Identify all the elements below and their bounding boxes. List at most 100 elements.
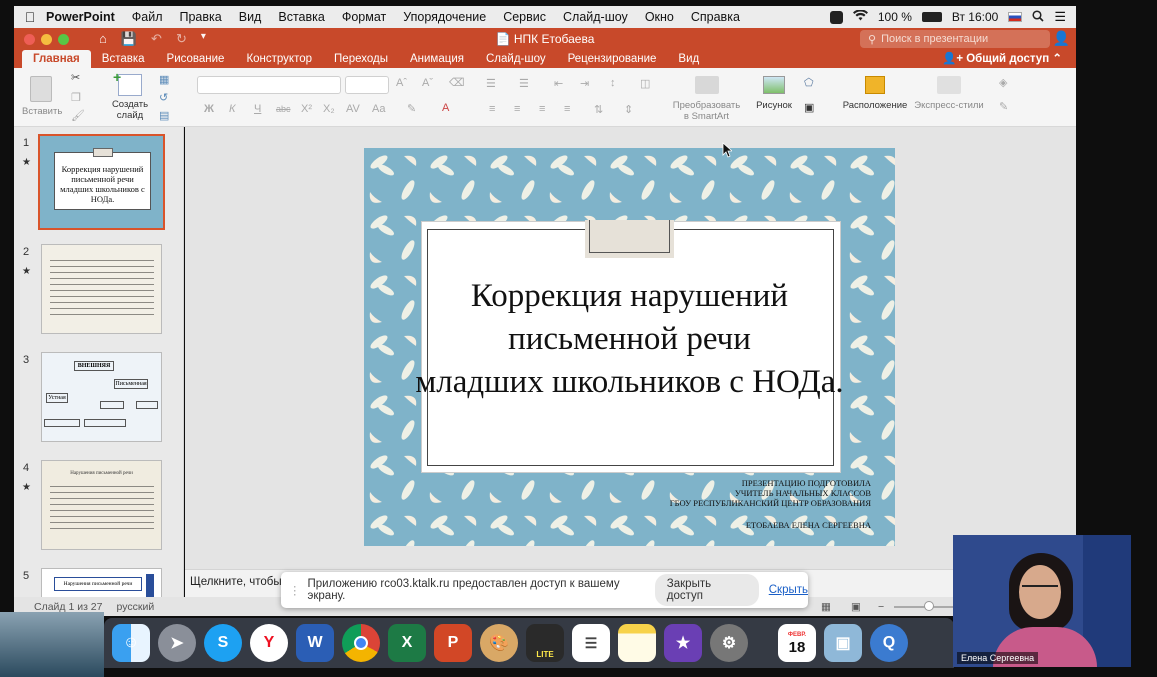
align-right-icon[interactable]: ≡ xyxy=(539,103,545,115)
quicktime-icon[interactable]: Q xyxy=(870,624,908,662)
notes-app-icon[interactable] xyxy=(618,624,656,662)
convert-smartart-button[interactable]: Преобразовать в SmartArt xyxy=(669,76,744,122)
current-slide[interactable]: Коррекция нарушений письменной речи млад… xyxy=(364,148,895,546)
tab-insert[interactable]: Вставка xyxy=(91,50,156,68)
clear-format-icon[interactable]: ⌫ xyxy=(449,76,465,89)
align-text-icon[interactable]: ⇕ xyxy=(624,103,633,116)
change-case-icon[interactable]: Aa xyxy=(372,103,385,115)
share-button[interactable]: 👤+ Общий доступ ⌃ xyxy=(942,50,1076,68)
color-palette-icon[interactable]: 🎨 xyxy=(480,624,518,662)
apple-icon[interactable]:  xyxy=(14,9,46,25)
system-preferences-icon[interactable]: ⚙ xyxy=(710,624,748,662)
home-icon[interactable]: ⌂ xyxy=(99,31,107,47)
save-icon[interactable]: 💾 xyxy=(121,31,137,47)
language-indicator[interactable]: русский xyxy=(117,601,155,613)
slide-thumbnail-4[interactable]: Нарушения письменной речи xyxy=(41,460,162,550)
tab-home[interactable]: Главная xyxy=(22,50,91,68)
text-box-icon[interactable]: ▣ xyxy=(804,101,814,114)
menu-file[interactable]: Файл xyxy=(132,10,163,24)
picture-button[interactable]: Рисунок xyxy=(754,76,794,111)
increase-font-icon[interactable]: Aˆ xyxy=(396,77,407,89)
calendar-icon[interactable]: ФЕВР. 18 xyxy=(778,624,816,662)
imovie-icon[interactable]: ★ xyxy=(664,624,702,662)
highlight-icon[interactable]: ✎ xyxy=(407,102,416,115)
tab-design[interactable]: Конструктор xyxy=(235,50,323,68)
clock[interactable]: Вт 16:00 xyxy=(952,10,998,24)
text-direction-icon[interactable]: ⇅ xyxy=(594,103,603,116)
char-spacing-icon[interactable]: AV xyxy=(346,103,360,115)
line-spacing-icon[interactable]: ↕ xyxy=(610,77,616,89)
columns-icon[interactable]: ◫ xyxy=(640,77,650,90)
chrome-icon[interactable] xyxy=(342,624,380,662)
skype-icon[interactable]: S xyxy=(204,624,242,662)
quick-styles-button[interactable]: Экспресс-стили xyxy=(911,76,987,111)
redo-icon[interactable]: ↻ xyxy=(176,31,187,47)
shapes-icon[interactable]: ⬠ xyxy=(804,76,814,89)
align-center-icon[interactable]: ≡ xyxy=(514,103,520,115)
tab-draw[interactable]: Рисование xyxy=(156,50,236,68)
font-color-icon[interactable]: A xyxy=(442,102,449,114)
tab-transitions[interactable]: Переходы xyxy=(323,50,399,68)
reset-icon[interactable]: ↺ xyxy=(159,91,168,104)
preview-icon[interactable]: ▣ xyxy=(824,624,862,662)
word-icon[interactable]: W xyxy=(296,624,334,662)
reminders-icon[interactable]: ☰ xyxy=(572,624,610,662)
spotlight-search-icon[interactable] xyxy=(1032,9,1044,25)
tab-slideshow[interactable]: Слайд-шоу xyxy=(475,50,557,68)
menu-slideshow[interactable]: Слайд-шоу xyxy=(563,10,628,24)
shape-outline-icon[interactable]: ✎ xyxy=(999,100,1008,113)
decrease-indent-icon[interactable]: ⇤ xyxy=(554,77,563,90)
powerpoint-icon[interactable]: P xyxy=(434,624,472,662)
lite-app-icon[interactable]: LITE xyxy=(526,624,564,662)
menu-view[interactable]: Вид xyxy=(239,10,262,24)
zoom-window-button[interactable] xyxy=(58,33,69,45)
launchpad-icon[interactable]: ➤ xyxy=(158,624,196,662)
underline-icon[interactable]: Ч xyxy=(254,103,261,115)
strikethrough-icon[interactable]: abc xyxy=(276,104,291,114)
zoom-slider-thumb[interactable] xyxy=(924,601,934,611)
align-left-icon[interactable]: ≡ xyxy=(489,103,495,115)
increase-indent-icon[interactable]: ⇥ xyxy=(580,77,589,90)
justify-icon[interactable]: ≡ xyxy=(564,103,570,115)
italic-icon[interactable]: К xyxy=(229,103,235,115)
menu-edit[interactable]: Правка xyxy=(180,10,222,24)
cut-icon[interactable]: ✂ xyxy=(71,71,80,84)
font-name-select[interactable] xyxy=(197,76,341,94)
layout-icon[interactable]: ▦ xyxy=(159,73,169,86)
slide-thumbnail-1[interactable]: Коррекция нарушений письменной речи млад… xyxy=(38,134,165,230)
finder-icon[interactable]: ☺ xyxy=(112,624,150,662)
tab-view[interactable]: Вид xyxy=(667,50,710,68)
menu-insert[interactable]: Вставка xyxy=(278,10,324,24)
russian-flag-icon[interactable] xyxy=(1008,12,1023,22)
shape-fill-icon[interactable]: ◈ xyxy=(999,76,1007,89)
yandex-browser-icon[interactable]: Y xyxy=(250,624,288,662)
menu-window[interactable]: Окно xyxy=(645,10,674,24)
status-app-icon[interactable] xyxy=(829,10,843,24)
account-icon[interactable]: 👤 xyxy=(1053,30,1070,47)
copy-icon[interactable]: ❐ xyxy=(71,91,81,104)
section-icon[interactable]: ▤ xyxy=(159,109,169,122)
menu-help[interactable]: Справка xyxy=(691,10,740,24)
drag-handle-icon[interactable]: ⋮ xyxy=(289,583,301,597)
customize-toolbar-icon[interactable]: ▾ xyxy=(201,31,206,47)
excel-icon[interactable]: X xyxy=(388,624,426,662)
slide-thumbnail-2[interactable] xyxy=(41,244,162,334)
search-input[interactable]: ⚲ Поиск в презентации xyxy=(860,30,1050,48)
slide-credits[interactable]: ПРЕЗЕНТАЦИЮ ПОДГОТОВИЛА УЧИТЕЛЬ НАЧАЛЬНЫ… xyxy=(670,478,871,530)
bullets-icon[interactable]: ☰ xyxy=(486,77,496,90)
bold-icon[interactable]: Ж xyxy=(204,103,214,115)
format-painter-icon[interactable]: 🖌 xyxy=(71,109,85,122)
menu-app-name[interactable]: PowerPoint xyxy=(46,10,115,24)
slide-thumbnail-5[interactable]: Нарушения письменной речи xyxy=(41,568,162,597)
tab-animations[interactable]: Анимация xyxy=(399,50,475,68)
control-center-icon[interactable]: ☰ xyxy=(1054,9,1066,25)
paste-button[interactable]: Вставить xyxy=(22,76,62,117)
tab-review[interactable]: Рецензирование xyxy=(557,50,668,68)
stop-sharing-button[interactable]: Закрыть доступ xyxy=(654,574,759,606)
menu-format[interactable]: Формат xyxy=(342,10,386,24)
battery-icon[interactable] xyxy=(921,12,942,22)
close-window-button[interactable] xyxy=(24,33,35,45)
slide-thumbnail-3[interactable]: ВНЕШНЯЯ Письменная Устная xyxy=(41,352,162,442)
arrange-button[interactable]: Расположение xyxy=(840,76,910,111)
menu-arrange[interactable]: Упорядочение xyxy=(403,10,486,24)
